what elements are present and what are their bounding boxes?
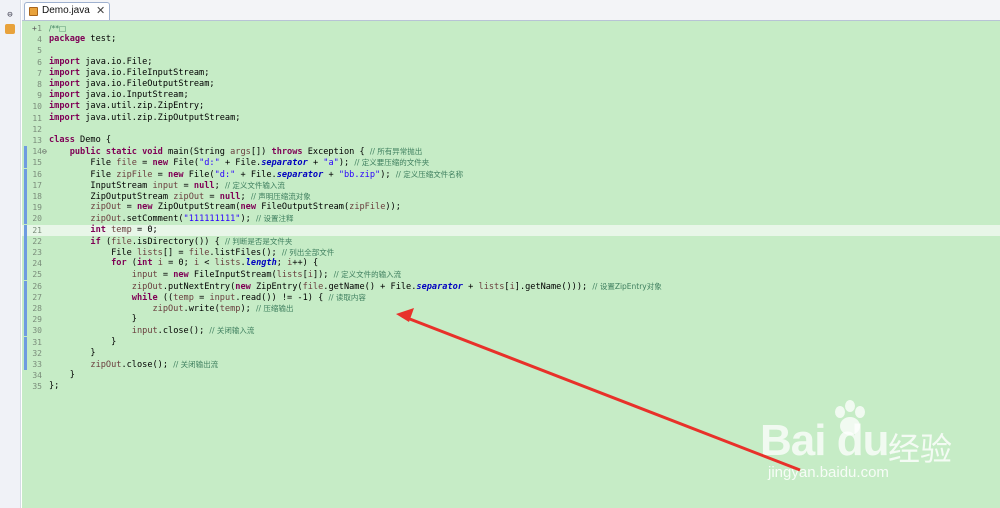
- arrow-line: [401, 314, 801, 472]
- annotation-arrow: [396, 308, 801, 472]
